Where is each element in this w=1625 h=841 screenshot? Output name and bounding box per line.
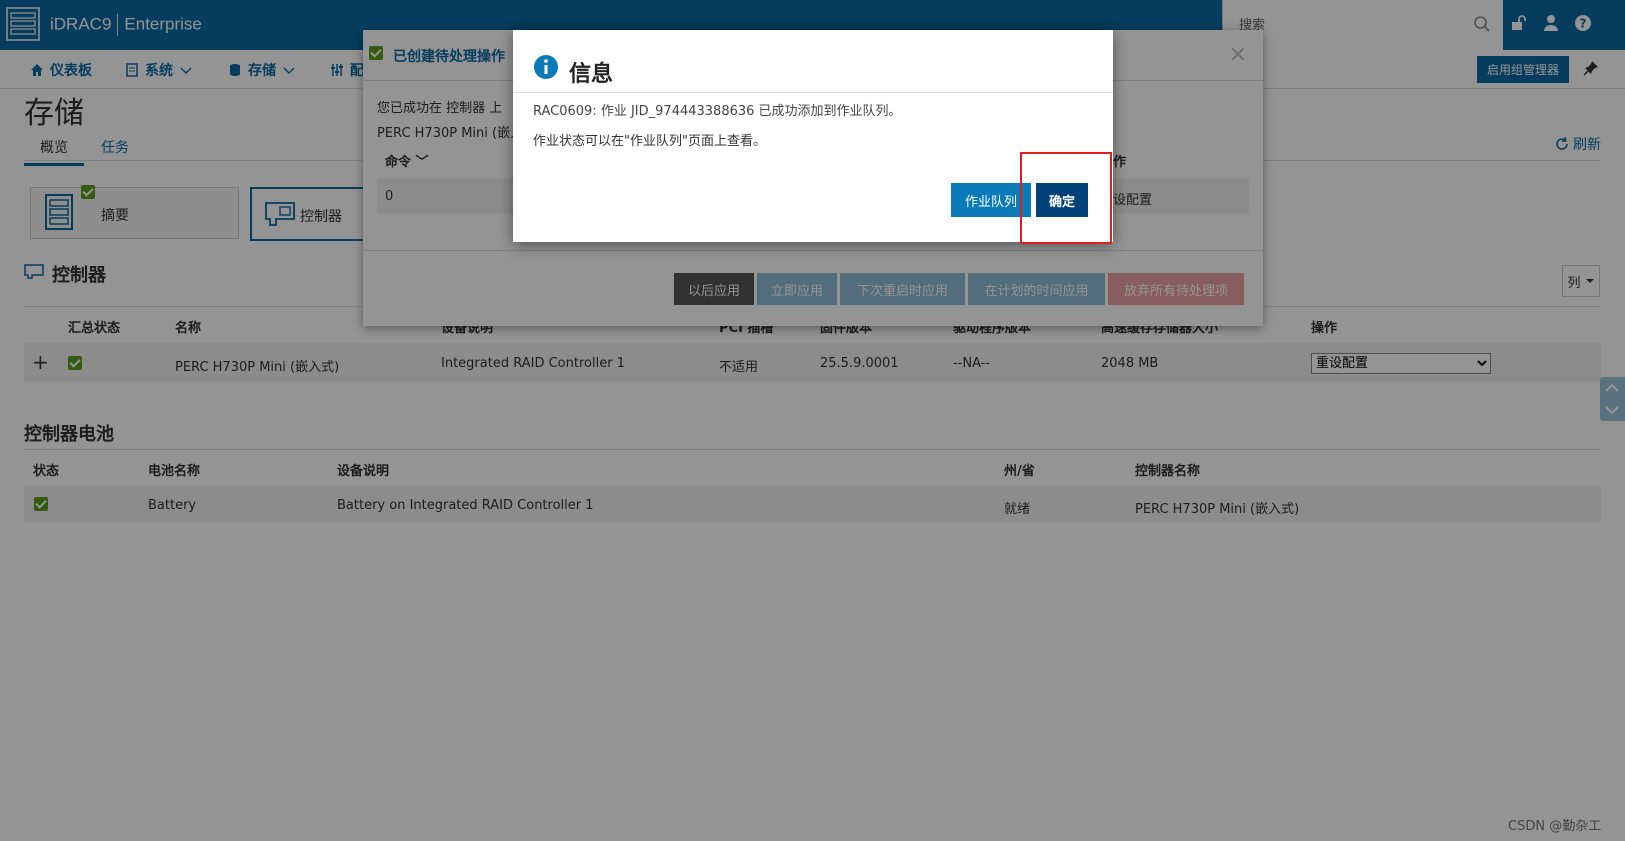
info-icon [534, 55, 558, 79]
highlight-annotation-box [1020, 152, 1112, 244]
job-queue-button[interactable]: 作业队列 [951, 183, 1031, 217]
info-divider [513, 92, 1113, 93]
info-message-job-added: RAC0609: 作业 JID_974443388636 已成功添加到作业队列。 [533, 104, 902, 119]
watermark: CSDN @勤杂工 [1508, 819, 1602, 834]
info-dialog-title: 信息 [569, 62, 614, 87]
info-message-job-status: 作业状态可以在"作业队列"页面上查看。 [533, 134, 766, 149]
